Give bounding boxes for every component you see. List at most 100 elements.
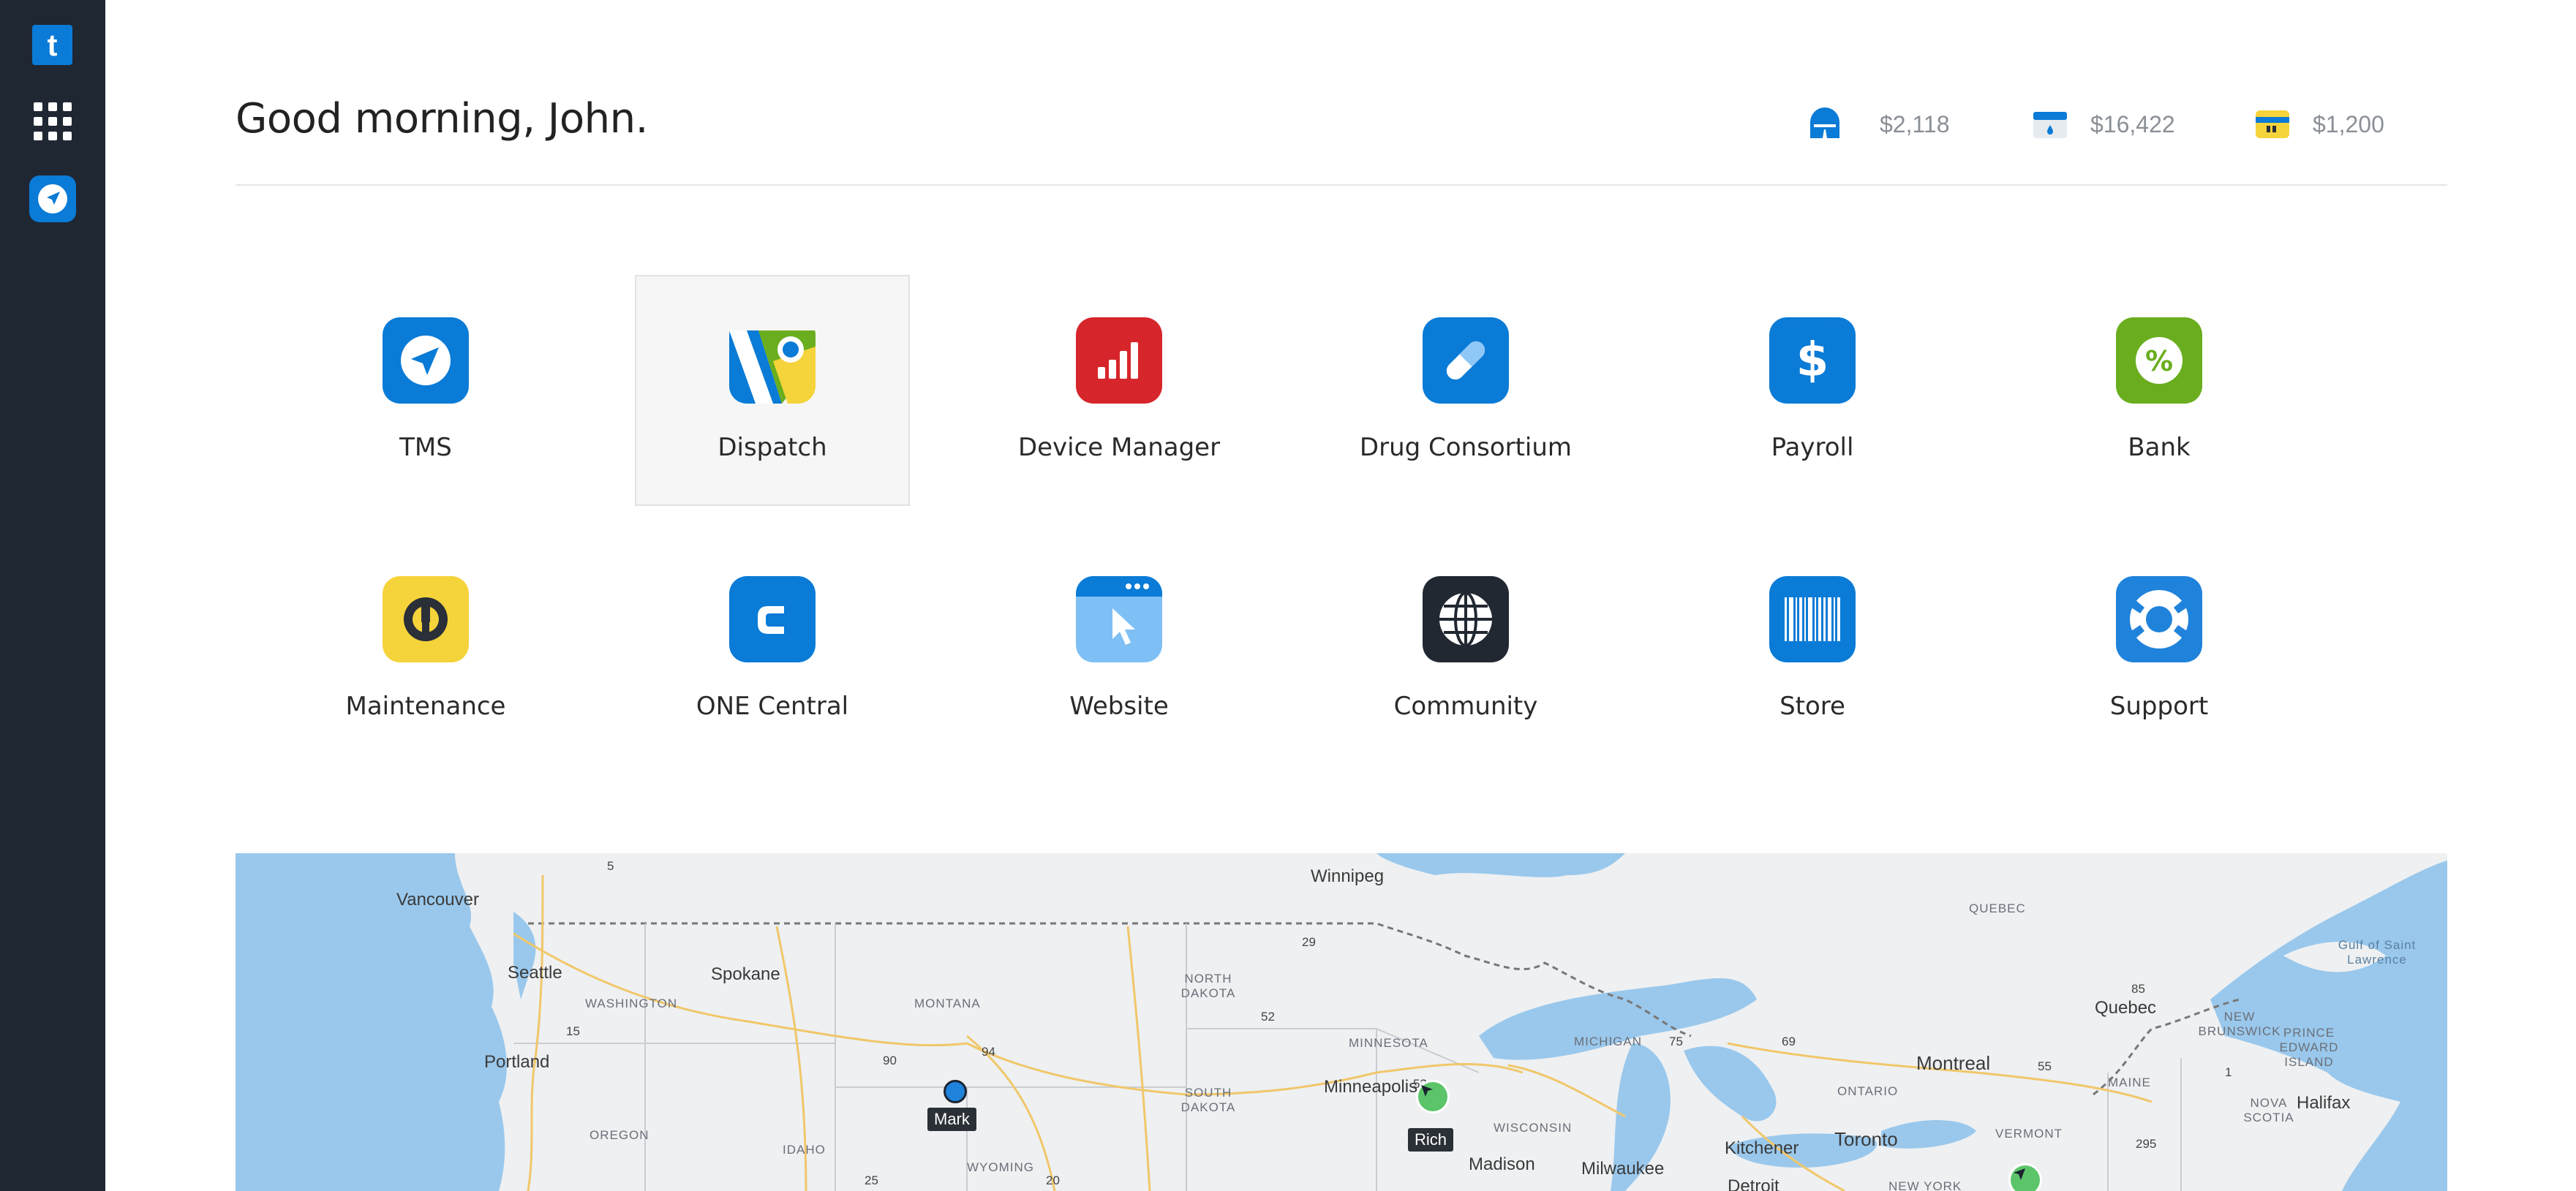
balance-fuel[interactable]: $2,118 [1807,102,1950,146]
map-region: MAINE [2108,1075,2151,1089]
balance-fuel-pump[interactable]: $16,422 [2032,102,2175,146]
map-city: Montreal [1916,1052,1991,1074]
app-dispatch[interactable]: Dispatch [635,275,910,506]
dollar-icon: $ [1769,317,1856,404]
app-label: Drug Consortium [1359,433,1573,462]
app-bank[interactable]: % Bank [2022,275,2297,506]
svg-text:%: % [2145,345,2173,377]
app-payroll[interactable]: $ Payroll [1675,275,1950,506]
map-region: SOUTH DAKOTA [1180,1086,1236,1114]
route-shield: 1 [2225,1065,2232,1079]
driver-dot-icon[interactable] [944,1080,967,1103]
route-shield: 25 [865,1173,878,1187]
balance-value: $1,200 [2313,110,2384,137]
map-region: OREGON [590,1128,649,1142]
wallet-card-icon [2254,106,2291,143]
app-label: Store [1780,692,1845,721]
app-one-central[interactable]: ONE Central [635,551,910,782]
app-label: ONE Central [696,692,849,721]
route-shield: 90 [883,1054,897,1067]
fleet-map[interactable]: Vancouver Seattle Portland Spokane Winni… [236,853,2447,1191]
map-city: Winnipeg [1311,866,1385,886]
route-shield: 52 [1261,1010,1275,1024]
wrench-icon [383,576,469,662]
one-central-c-icon [729,576,816,662]
map-region: WASHINGTON [585,997,678,1010]
app-website[interactable]: Website [982,551,1257,782]
route-shield: 55 [2038,1059,2052,1073]
map-city: Vancouver [396,890,479,910]
app-label: Website [1069,692,1169,721]
map-city: Toronto [1834,1128,1898,1150]
map-region: WISCONSIN [1494,1121,1573,1135]
route-shield: 20 [1046,1173,1060,1187]
route-shield: 295 [2136,1137,2157,1151]
sidebar: t [0,0,105,1191]
app-support[interactable]: Support [2022,551,2297,782]
map-city: Detroit [1728,1176,1780,1191]
balance-bar: $2,118 $16,422 $1,200 [0,102,2576,146]
lifebuoy-icon [2116,576,2202,662]
navigation-arrow-icon[interactable] [2008,1163,2042,1191]
app-label: Payroll [1771,433,1854,462]
globe-icon [1423,576,1509,662]
signal-bars-icon [1076,317,1162,404]
map-region: IDAHO [783,1143,826,1157]
map-city: Milwaukee [1581,1159,1665,1179]
route-shield: 85 [2131,982,2145,996]
map-region: QUEBEC [1969,901,2026,915]
app-community[interactable]: Community [1328,551,1603,782]
map-city: Madison [1469,1154,1535,1174]
map-region: PRINCE EDWARD ISLAND [2279,1026,2339,1069]
dispatch-map-icon [729,317,816,404]
route-shield: 75 [1669,1035,1683,1048]
header-divider [236,184,2447,186]
map-geography [236,853,2447,1191]
map-city: Quebec [2095,998,2157,1018]
map-city: Seattle [508,963,562,983]
driver-tag[interactable]: Rich [1408,1128,1454,1152]
map-city: Kitchener [1725,1138,1799,1158]
route-shield: 15 [566,1024,580,1038]
map-city: Minneapolis [1324,1077,1418,1097]
app-device-manager[interactable]: Device Manager [982,275,1257,506]
navigation-arrow-icon[interactable] [1416,1080,1450,1114]
browser-cursor-icon [1076,576,1162,662]
map-city: Halifax [2297,1093,2351,1113]
app-label: Support [2109,692,2209,721]
balance-value: $2,118 [1880,110,1950,137]
map-region: VERMONT [1995,1127,2063,1141]
balance-value: $16,422 [2090,110,2175,137]
map-region: NORTH DAKOTA [1180,972,1236,1000]
fuel-pump-card-icon [2032,106,2068,143]
map-region: MONTANA [914,997,981,1010]
route-shield: 69 [1782,1035,1796,1048]
app-label: Device Manager [1017,433,1221,462]
tms-shortcut-icon[interactable] [29,175,76,222]
map-region: WYOMING [967,1160,1034,1174]
app-label: TMS [399,433,452,462]
app-label: Dispatch [718,433,827,462]
app-label: Community [1393,692,1538,721]
app-tms[interactable]: TMS [288,275,563,506]
map-city: Spokane [711,964,780,984]
map-region: MINNESOTA [1349,1036,1428,1050]
brand-logo-icon[interactable]: t [32,25,72,65]
map-region: ONTARIO [1837,1084,1899,1098]
app-maintenance[interactable]: Maintenance [288,551,563,782]
app-drug-consortium[interactable]: Drug Consortium [1328,275,1603,506]
route-shield: 29 [1302,935,1316,949]
route-shield: 94 [982,1045,995,1059]
balance-wallet[interactable]: $1,200 [2254,102,2384,146]
map-city: Portland [484,1052,550,1072]
driver-tag[interactable]: Mark [927,1108,976,1131]
map-region: NEW YORK [1888,1179,1962,1191]
map-region: MICHIGAN [1574,1035,1642,1048]
pill-icon [1423,317,1509,404]
fuel-card-icon [1807,106,1843,143]
app-store[interactable]: Store [1675,551,1950,782]
route-shield: 5 [607,859,614,873]
svg-text:$: $ [1796,333,1829,387]
map-region: Gulf of Saint Lawrence [2338,938,2417,967]
app-label: Bank [2128,433,2191,462]
